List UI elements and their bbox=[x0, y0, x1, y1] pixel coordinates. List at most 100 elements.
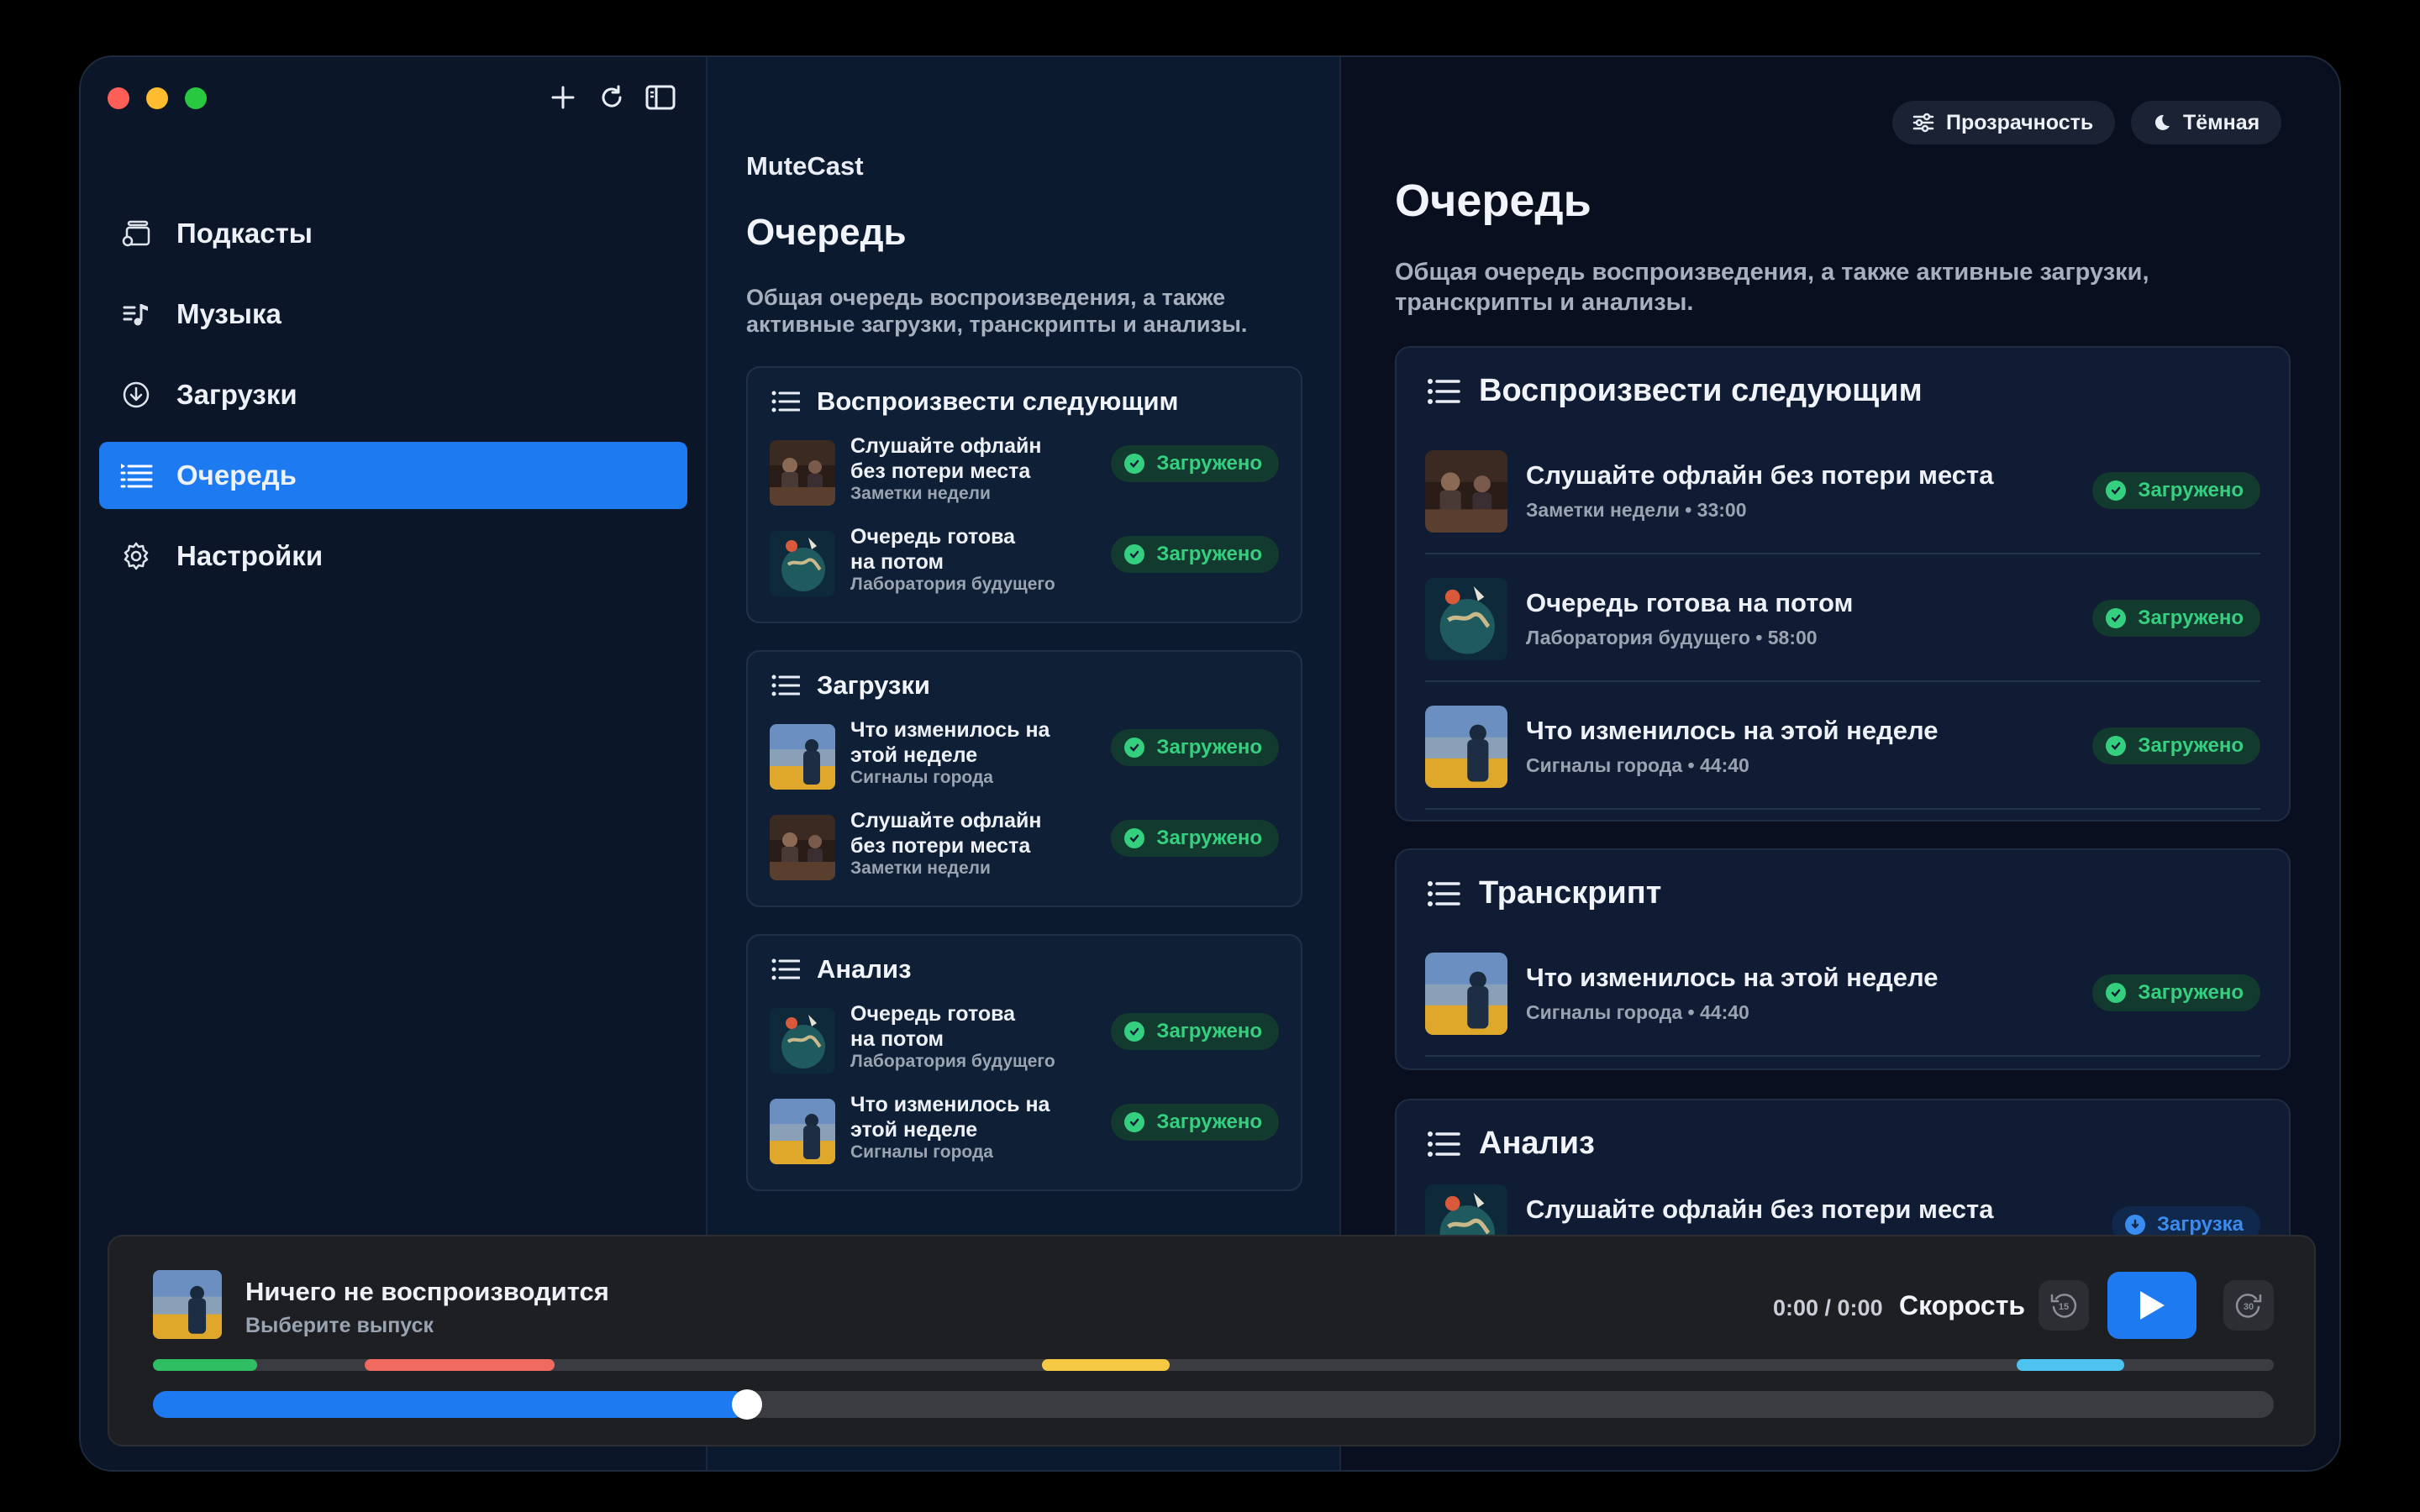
list-icon bbox=[771, 958, 800, 980]
episode-podcast: Лаборатория будущего bbox=[850, 1052, 1055, 1071]
music-icon bbox=[119, 297, 153, 331]
episode-podcast: Лаборатория будущего bbox=[850, 575, 1055, 594]
sidebar-nav: Подкасты Музыка Загрузки Очередь Настрой… bbox=[99, 200, 687, 603]
checkmark-icon bbox=[1124, 544, 1145, 564]
list-item[interactable]: Слушайте офлайн без потери места Заметки … bbox=[770, 433, 1279, 506]
card-header: Анализ bbox=[771, 954, 912, 984]
list-icon bbox=[1428, 378, 1460, 404]
episode-title: Что изменилось на этой неделе bbox=[850, 1093, 1050, 1142]
card-title: Воспроизвести следующим bbox=[1479, 373, 1923, 408]
checkmark-icon bbox=[1124, 1112, 1145, 1132]
list-icon bbox=[771, 391, 800, 412]
episode-title: Очередь готова на потом bbox=[1526, 588, 1854, 617]
episode-artwork-studio bbox=[770, 440, 835, 506]
downloads-card: Загрузки Что изменилось на этой неделе Си… bbox=[746, 650, 1302, 907]
transparency-button[interactable]: Прозрачность bbox=[1892, 101, 2116, 144]
checkmark-icon bbox=[1124, 454, 1145, 474]
checkmark-icon bbox=[1124, 738, 1145, 758]
list-item[interactable]: Что изменилось на этой неделе Сигналы го… bbox=[1425, 929, 2260, 1057]
list-item[interactable]: Что изменилось на этой неделе Сигналы го… bbox=[1425, 682, 2260, 810]
chapter-segment bbox=[365, 1359, 555, 1371]
episode-podcast: Заметки недели bbox=[850, 858, 991, 878]
episode-title: Очередь готова на потом bbox=[850, 1002, 1016, 1051]
play-next-card: Воспроизвести следующим Слушайте офлайн б… bbox=[746, 366, 1302, 623]
episode-artwork-city bbox=[1425, 953, 1507, 1035]
speed-button[interactable]: Скорость bbox=[1899, 1290, 2025, 1321]
page-title: Очередь bbox=[746, 212, 907, 253]
episode-title: Что изменилось на этой неделе bbox=[1526, 963, 1939, 992]
sidebar-toolbar bbox=[548, 82, 676, 113]
checkmark-icon bbox=[2106, 608, 2127, 628]
episode-title: Слушайте офлайн без потери места bbox=[850, 434, 1042, 483]
checkmark-icon bbox=[2106, 983, 2127, 1003]
moon-icon bbox=[2154, 114, 2170, 130]
episode-title: Очередь готова на потом bbox=[850, 525, 1016, 574]
sidebar-item-music[interactable]: Музыка bbox=[99, 281, 687, 348]
checkmark-icon bbox=[1124, 1021, 1145, 1042]
sidebar-item-downloads[interactable]: Загрузки bbox=[99, 361, 687, 428]
chapter-segment bbox=[2017, 1359, 2124, 1371]
progress-slider[interactable] bbox=[153, 1389, 2274, 1420]
skip-forward-30-icon: 30 bbox=[2235, 1294, 2262, 1318]
status-badge: Загружено bbox=[1111, 536, 1279, 573]
sidebar-item-label: Подкасты bbox=[176, 218, 313, 249]
page-subtitle: Общая очередь воспроизведения, а также а… bbox=[746, 285, 1248, 337]
close-window-button[interactable] bbox=[108, 87, 129, 109]
list-item[interactable]: Очередь готова на потом Лаборатория будущ… bbox=[770, 524, 1279, 596]
card-title: Загрузки bbox=[817, 670, 930, 700]
list-item[interactable]: Что изменилось на этой неделе Сигналы гор… bbox=[770, 1092, 1279, 1164]
episode-title: Слушайте офлайн без потери места bbox=[1526, 1194, 1994, 1224]
list-icon bbox=[1428, 880, 1460, 906]
gear-icon bbox=[119, 539, 153, 573]
episode-artwork-space bbox=[770, 531, 835, 596]
play-next-card: Воспроизвести следующим Слушайте офлайн … bbox=[1395, 346, 2291, 822]
skip-back-15-icon: 15 bbox=[2050, 1294, 2077, 1318]
chapter-segment bbox=[1042, 1359, 1170, 1371]
skip-back-button[interactable]: 15 bbox=[2039, 1280, 2089, 1331]
skip-forward-seconds: 30 bbox=[2244, 1302, 2254, 1312]
list-item[interactable]: Слушайте офлайн без потери места Заметки… bbox=[1425, 427, 2260, 554]
episode-meta: Лаборатория будущего • 58:00 bbox=[1526, 627, 1818, 648]
sliders-icon bbox=[1912, 113, 1934, 133]
checkmark-icon bbox=[1124, 828, 1145, 848]
chapter-markers[interactable] bbox=[153, 1359, 2274, 1371]
list-icon bbox=[1428, 1131, 1460, 1157]
download-icon bbox=[119, 378, 153, 412]
checkmark-icon bbox=[2106, 480, 2127, 501]
status-badge: Загружено bbox=[1111, 1013, 1279, 1050]
episode-artwork-studio bbox=[1425, 450, 1507, 533]
playback-time: 0:00 / 0:00 bbox=[1773, 1295, 1883, 1320]
sidebar-item-queue[interactable]: Очередь bbox=[99, 442, 687, 509]
skip-forward-button[interactable]: 30 bbox=[2223, 1280, 2274, 1331]
chapter-segment bbox=[153, 1359, 257, 1371]
now-playing-title: Ничего не воспроизводится bbox=[245, 1277, 609, 1306]
now-playing-artwork bbox=[153, 1270, 222, 1339]
sidebar-item-label: Загрузки bbox=[176, 379, 297, 410]
page-subtitle: Общая очередь воспроизведения, а также а… bbox=[1395, 259, 2149, 316]
list-icon bbox=[771, 675, 800, 696]
page-title: Очередь bbox=[1395, 176, 1591, 226]
list-item[interactable]: Что изменилось на этой неделе Сигналы гор… bbox=[770, 717, 1279, 790]
sidebar-item-label: Музыка bbox=[176, 298, 281, 329]
add-icon[interactable] bbox=[548, 82, 578, 113]
status-badge: Загружено bbox=[2092, 974, 2260, 1011]
minimize-window-button[interactable] bbox=[146, 87, 168, 109]
sidebar-item-settings[interactable]: Настройки bbox=[99, 522, 687, 590]
skip-back-seconds: 15 bbox=[2059, 1302, 2069, 1312]
refresh-icon[interactable] bbox=[597, 82, 627, 113]
sidebar-item-podcasts[interactable]: Подкасты bbox=[99, 200, 687, 267]
theme-button[interactable]: Тёмная bbox=[2131, 101, 2282, 144]
episode-artwork-city bbox=[1425, 706, 1507, 788]
progress-knob[interactable] bbox=[731, 1389, 762, 1420]
episode-artwork-city bbox=[770, 724, 835, 790]
checkmark-icon bbox=[2106, 736, 2127, 756]
play-button[interactable] bbox=[2107, 1272, 2196, 1339]
episode-artwork-city bbox=[770, 1099, 835, 1164]
card-header: Воспроизвести следующим bbox=[1427, 373, 1923, 409]
zoom-window-button[interactable] bbox=[185, 87, 207, 109]
list-item[interactable]: Слушайте офлайн без потери места Заметки … bbox=[770, 808, 1279, 880]
episode-podcast: Заметки недели bbox=[850, 484, 991, 503]
list-item[interactable]: Очередь готова на потом Лаборатория буду… bbox=[1425, 554, 2260, 682]
list-item[interactable]: Очередь готова на потом Лаборатория будущ… bbox=[770, 1001, 1279, 1074]
sidebar-toggle-icon[interactable] bbox=[645, 82, 676, 113]
